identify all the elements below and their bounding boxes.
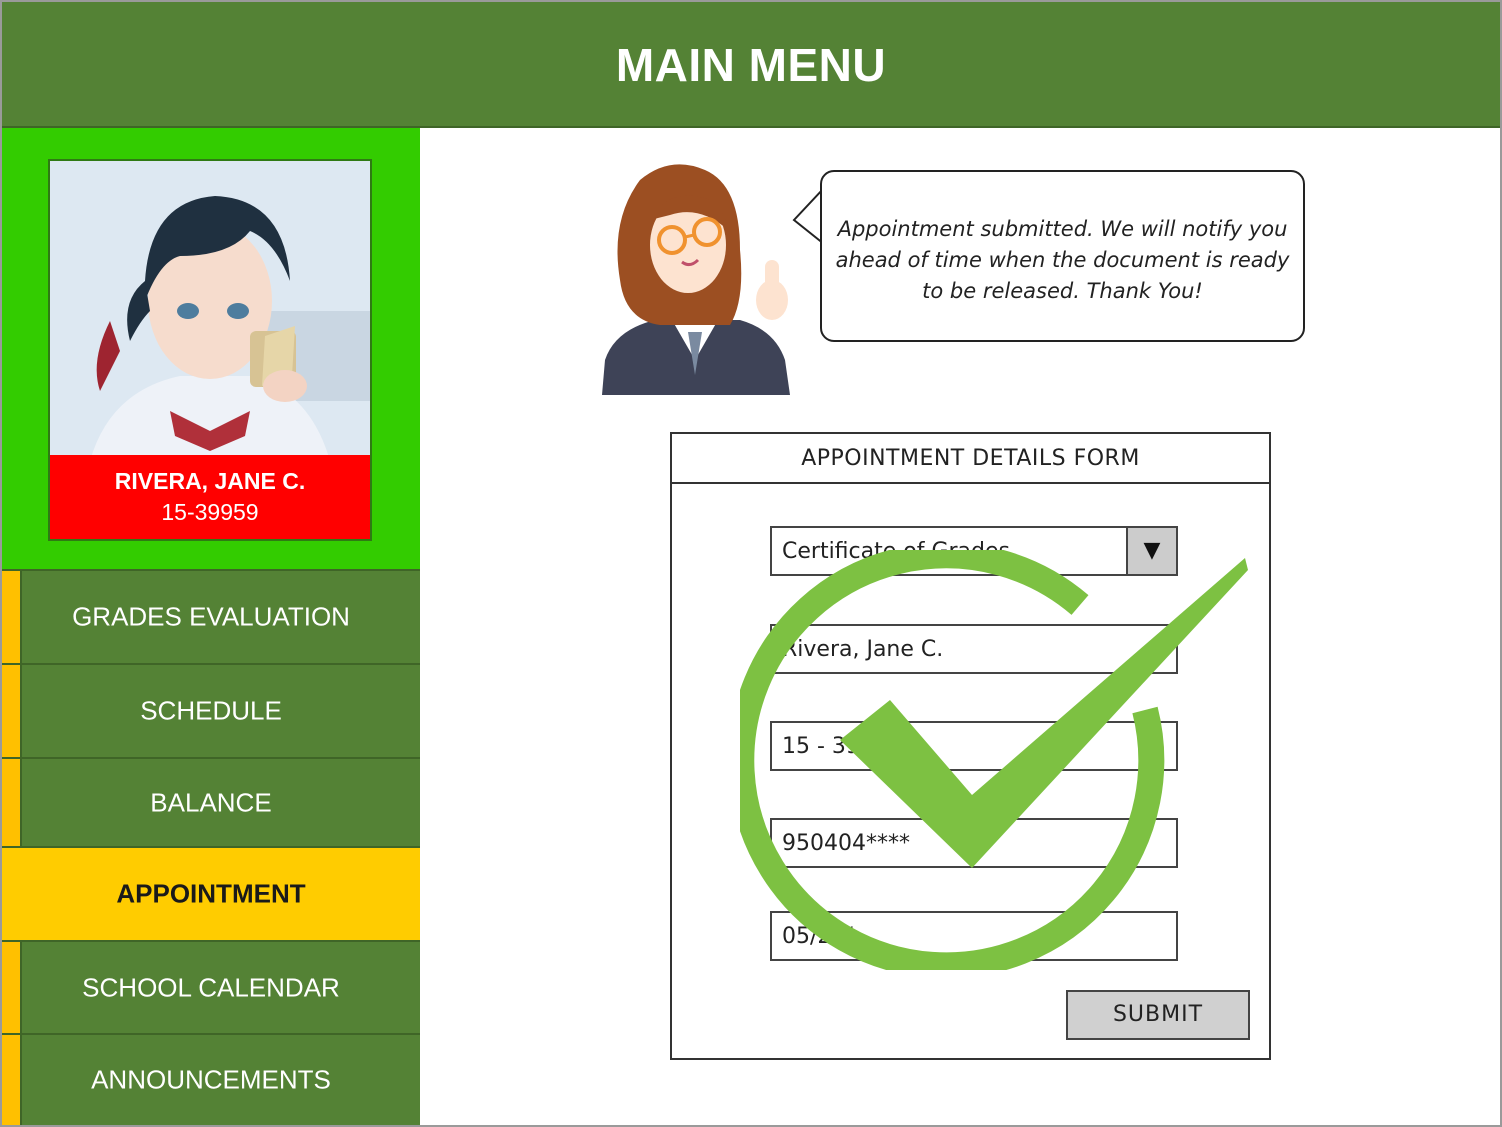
assistant-illustration (602, 164, 790, 395)
sidebar-item-label: APPOINTMENT (116, 878, 306, 909)
avatar (50, 161, 370, 461)
profile-card: RIVERA, JANE C. 15-39959 (48, 159, 372, 541)
sidebar-item-label: SCHEDULE (140, 695, 282, 726)
form-title: APPOINTMENT DETAILS FORM (672, 434, 1269, 484)
sidebar-item-balance[interactable]: BALANCE (2, 757, 420, 846)
sidebar: RIVERA, JANE C. 15-39959 GRADES EVALUATI… (2, 128, 420, 1125)
sidebar-item-announcements[interactable]: ANNOUNCEMENTS (2, 1033, 420, 1125)
profile-panel: RIVERA, JANE C. 15-39959 (2, 128, 420, 569)
name-plate: RIVERA, JANE C. 15-39959 (50, 455, 370, 539)
sidebar-item-label: SCHOOL CALENDAR (82, 972, 340, 1002)
submit-button[interactable]: SUBMIT (1066, 990, 1250, 1040)
student-id: 15-39959 (161, 499, 259, 525)
sidebar-menu: GRADES EVALUATION SCHEDULE BALANCE APPOI… (2, 569, 420, 1125)
sidebar-item-label: ANNOUNCEMENTS (91, 1064, 331, 1095)
confirmation-message: Appointment submitted. We will notify yo… (835, 217, 1290, 303)
sidebar-item-grades-evaluation[interactable]: GRADES EVALUATION (2, 569, 420, 663)
page-title: MAIN MENU (615, 39, 887, 91)
header-bar: MAIN MENU (2, 2, 1500, 128)
success-check-icon (740, 550, 1248, 970)
sidebar-item-label: GRADES EVALUATION (72, 601, 350, 632)
sidebar-item-schedule[interactable]: SCHEDULE (2, 663, 420, 757)
sidebar-item-label: BALANCE (150, 787, 272, 817)
student-name: RIVERA, JANE C. (114, 468, 306, 494)
sidebar-item-appointment[interactable]: APPOINTMENT (2, 846, 420, 940)
speech-bubble: Appointment submitted. We will notify yo… (820, 170, 1305, 342)
sidebar-item-school-calendar[interactable]: SCHOOL CALENDAR (2, 940, 420, 1033)
